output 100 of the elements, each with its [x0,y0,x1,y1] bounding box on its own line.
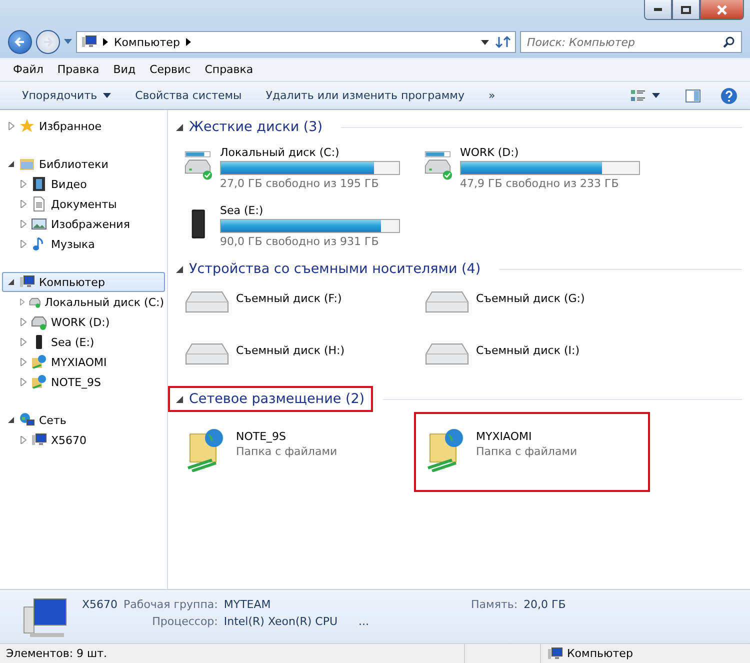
group-header[interactable]: Устройства со съемными носителями (4) [168,256,489,282]
preview-pane-icon[interactable] [684,88,702,104]
computer-name: X5670 [82,598,118,611]
toolbar-button[interactable]: Свойства системы [125,85,252,106]
network-folder-icon [31,354,47,370]
item-tile[interactable]: Съемный диск (G:) [414,282,650,334]
drive-name: Съемный диск (I:) [476,344,580,357]
star-icon [19,118,35,134]
folder-name: MYXIAOMI [476,430,533,443]
help-icon[interactable] [720,86,738,104]
tree-item[interactable]: X5670 [2,430,165,450]
group-header[interactable]: Жесткие диски (3) [168,114,331,140]
collapse-arrow-icon[interactable] [7,160,15,168]
drive-name: Съемный диск (G:) [476,292,585,305]
search-icon [723,36,735,48]
network-folder-icon [31,374,47,390]
drive-name: Съемный диск (H:) [236,344,345,357]
search-field[interactable]: Поиск: Компьютер [520,31,742,53]
caret-icon[interactable] [652,93,660,98]
expand-arrow-icon[interactable] [19,180,27,188]
more-button[interactable]: » [478,85,506,106]
computer-icon [81,34,97,50]
item-tile[interactable]: WORK (D:) 47,9 ГБ свободно из 233 ГБ [414,140,650,198]
collapse-arrow-icon[interactable] [7,416,15,424]
field-value: 20,0 ГБ [524,598,566,611]
expand-arrow-icon[interactable] [19,358,27,366]
item-tile[interactable]: Съемный диск (I:) [414,334,650,386]
tree-item[interactable]: Библиотеки [2,154,165,174]
minimize-icon [654,8,662,11]
drive-space: 47,9 ГБ свободно из 233 ГБ [460,177,620,190]
field-value: MYTEAM [224,598,272,611]
drive-icon [31,314,47,330]
drive-space: 27,0 ГБ свободно из 195 ГБ [220,177,380,190]
tree-item[interactable]: Избранное [2,116,165,136]
network-icon [19,412,35,428]
group-header[interactable]: Сетевое размещение (2) [168,386,373,412]
expand-arrow-icon[interactable] [19,220,27,228]
expand-arrow-icon[interactable] [19,298,25,306]
drive-name: Локальный диск (C:) [220,146,340,159]
address-bar[interactable]: Компьютер [76,31,516,53]
item-tile[interactable]: Съемный диск (H:) [174,334,410,386]
drive-name: WORK (D:) [460,146,520,159]
item-tile[interactable]: NOTE_9S Папка с файлами [174,412,410,492]
tree-item[interactable]: Документы [2,194,165,214]
refresh-icon[interactable] [495,34,511,50]
toolbar-button[interactable]: Удалить или изменить программу [256,85,474,106]
dropdown-caret-icon[interactable] [481,40,489,44]
expand-arrow-icon[interactable] [19,200,27,208]
image-icon [31,216,47,232]
forward-button[interactable] [36,30,60,54]
back-button[interactable] [8,30,32,54]
breadcrumb[interactable]: Компьютер [114,36,180,48]
organize-button[interactable]: Упорядочить [12,85,122,106]
menu-item[interactable]: Файл [8,61,48,78]
maximize-icon [681,6,691,14]
folder-type: Папка с файлами [236,445,338,458]
caret-icon [103,93,112,98]
chevron-icon [186,38,191,46]
tree-item[interactable]: Компьютер [2,272,165,292]
forward-arrow-icon [42,36,54,48]
tree-item[interactable]: Сеть [2,410,165,430]
collapse-arrow-icon[interactable] [7,278,15,286]
tree-item[interactable]: Локальный диск (C:) [2,292,165,312]
tree-item[interactable]: Видео [2,174,165,194]
expand-arrow-icon[interactable] [19,436,27,444]
maximize-button[interactable] [672,0,700,20]
field-label: Рабочая группа: [124,598,218,611]
menu-item[interactable]: Справка [200,61,258,78]
tree-item[interactable]: MYXIAOMI [2,352,165,372]
expand-arrow-icon[interactable] [7,122,15,130]
tree-item[interactable]: Музыка [2,234,165,254]
close-button[interactable] [700,0,744,20]
expand-arrow-icon[interactable] [19,318,27,326]
computer-icon [31,432,47,448]
tree-item[interactable]: Sea (E:) [2,332,165,352]
collapse-arrow-icon [176,124,183,130]
location-label: Компьютер [567,647,633,660]
item-count: Элементов: 9 шт. [6,647,108,660]
document-icon [31,196,47,212]
tree-item[interactable]: Изображения [2,214,165,234]
item-tile[interactable]: Sea (E:) 90,0 ГБ свободно из 931 ГБ [174,198,410,256]
tree-item[interactable]: NOTE_9S [2,372,165,392]
menu-item[interactable]: Вид [108,61,141,78]
minimize-button[interactable] [644,0,672,20]
expand-arrow-icon[interactable] [19,378,27,386]
computer-icon [19,274,35,290]
folder-type: Папка с файлами [476,445,578,458]
menu-item[interactable]: Правка [52,61,104,78]
close-icon [717,4,727,14]
item-tile[interactable]: Локальный диск (C:) 27,0 ГБ свободно из 195 ГБ [174,140,410,198]
expand-arrow-icon[interactable] [19,240,27,248]
expand-arrow-icon[interactable] [19,338,27,346]
film-icon [31,176,47,192]
tree-item[interactable]: WORK (D:) [2,312,165,332]
item-tile[interactable]: MYXIAOMI Папка с файлами [414,412,650,492]
view-options-icon[interactable] [630,88,648,104]
item-tile[interactable]: Съемный диск (F:) [174,282,410,334]
computer-icon [547,646,563,662]
drive-name: Съемный диск (F:) [236,292,342,305]
menu-item[interactable]: Сервис [144,61,196,78]
